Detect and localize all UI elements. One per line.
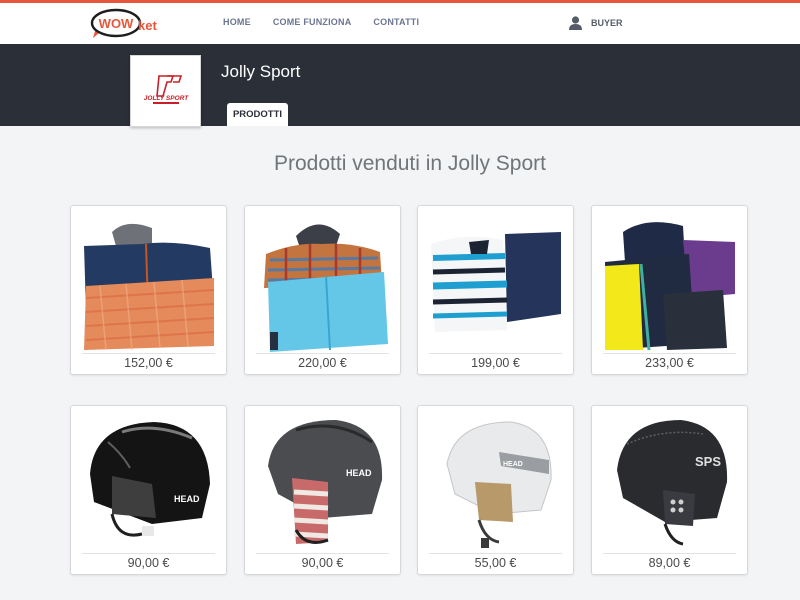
product-image — [82, 214, 215, 352]
product-price: 199,00 € — [471, 356, 520, 370]
shop-header — [0, 44, 800, 126]
gray-helmet-image-icon: HEAD — [256, 414, 389, 552]
product-image: HEAD — [256, 414, 389, 552]
divider — [603, 553, 736, 554]
divider — [429, 353, 562, 354]
black-helmet-image-icon: HEAD — [82, 414, 215, 552]
shop-name: Jolly Sport — [221, 62, 301, 81]
product-price: 233,00 € — [645, 356, 694, 370]
product-image: HEAD — [82, 414, 215, 552]
shop-logo: JOLLY SPORT — [130, 55, 201, 127]
navbar: WOW ket HOME COME FUNZIONA CONTATTI BUYE… — [0, 3, 800, 44]
logo-text-wow: WOW — [99, 16, 134, 31]
product-card[interactable]: SPS 89,00 € — [591, 405, 748, 575]
product-price: 90,00 € — [301, 556, 344, 570]
product-price: 220,00 € — [298, 356, 347, 370]
striped-jacket-image-icon — [429, 214, 562, 352]
product-image: HEAD — [429, 414, 562, 552]
ski-jacket-image-icon — [82, 214, 215, 352]
divider — [82, 353, 215, 354]
user-icon — [569, 16, 582, 30]
product-card[interactable]: 152,00 € — [70, 205, 227, 375]
main-nav: HOME COME FUNZIONA CONTATTI — [223, 17, 441, 27]
nav-link-come-funziona[interactable]: COME FUNZIONA — [273, 17, 352, 27]
product-image — [603, 214, 736, 352]
divider — [429, 553, 562, 554]
svg-text:SPS: SPS — [695, 454, 721, 469]
divider — [82, 553, 215, 554]
shop-logo-text: JOLLY SPORT — [143, 95, 188, 102]
product-card[interactable]: 199,00 € — [417, 205, 574, 375]
yellow-jacket-image-icon — [603, 214, 736, 352]
divider — [256, 353, 389, 354]
divider — [256, 553, 389, 554]
logo-text-ket: ket — [138, 18, 157, 33]
product-image — [256, 214, 389, 352]
product-card[interactable]: HEAD 55,00 € — [417, 405, 574, 575]
product-image: SPS — [603, 414, 736, 552]
jolly-sport-logo-icon: JOLLY SPORT — [136, 62, 195, 120]
wowket-logo[interactable]: WOW ket — [89, 7, 159, 41]
user-role-label: BUYER — [591, 18, 623, 28]
tab-prodotti[interactable]: PRODOTTI — [227, 103, 288, 126]
section-title: Prodotti venduti in Jolly Sport — [274, 152, 546, 175]
plaid-jacket-image-icon — [256, 214, 389, 352]
product-card[interactable]: 220,00 € — [244, 205, 401, 375]
nav-link-contatti[interactable]: CONTATTI — [373, 17, 419, 27]
divider — [603, 353, 736, 354]
user-menu[interactable]: BUYER — [569, 16, 623, 30]
product-card[interactable]: HEAD 90,00 € — [70, 405, 227, 575]
sps-helmet-image-icon: SPS — [603, 414, 736, 552]
product-price: 90,00 € — [127, 556, 170, 570]
product-card[interactable]: HEAD 90,00 € — [244, 405, 401, 575]
white-helmet-image-icon: HEAD — [429, 414, 562, 552]
product-price: 89,00 € — [648, 556, 691, 570]
svg-text:HEAD: HEAD — [174, 494, 200, 504]
svg-text:HEAD: HEAD — [346, 468, 372, 478]
product-image — [429, 214, 562, 352]
nav-link-home[interactable]: HOME — [223, 17, 251, 27]
product-price: 152,00 € — [124, 356, 173, 370]
product-card[interactable]: 233,00 € — [591, 205, 748, 375]
product-price: 55,00 € — [474, 556, 517, 570]
svg-text:HEAD: HEAD — [503, 461, 523, 468]
